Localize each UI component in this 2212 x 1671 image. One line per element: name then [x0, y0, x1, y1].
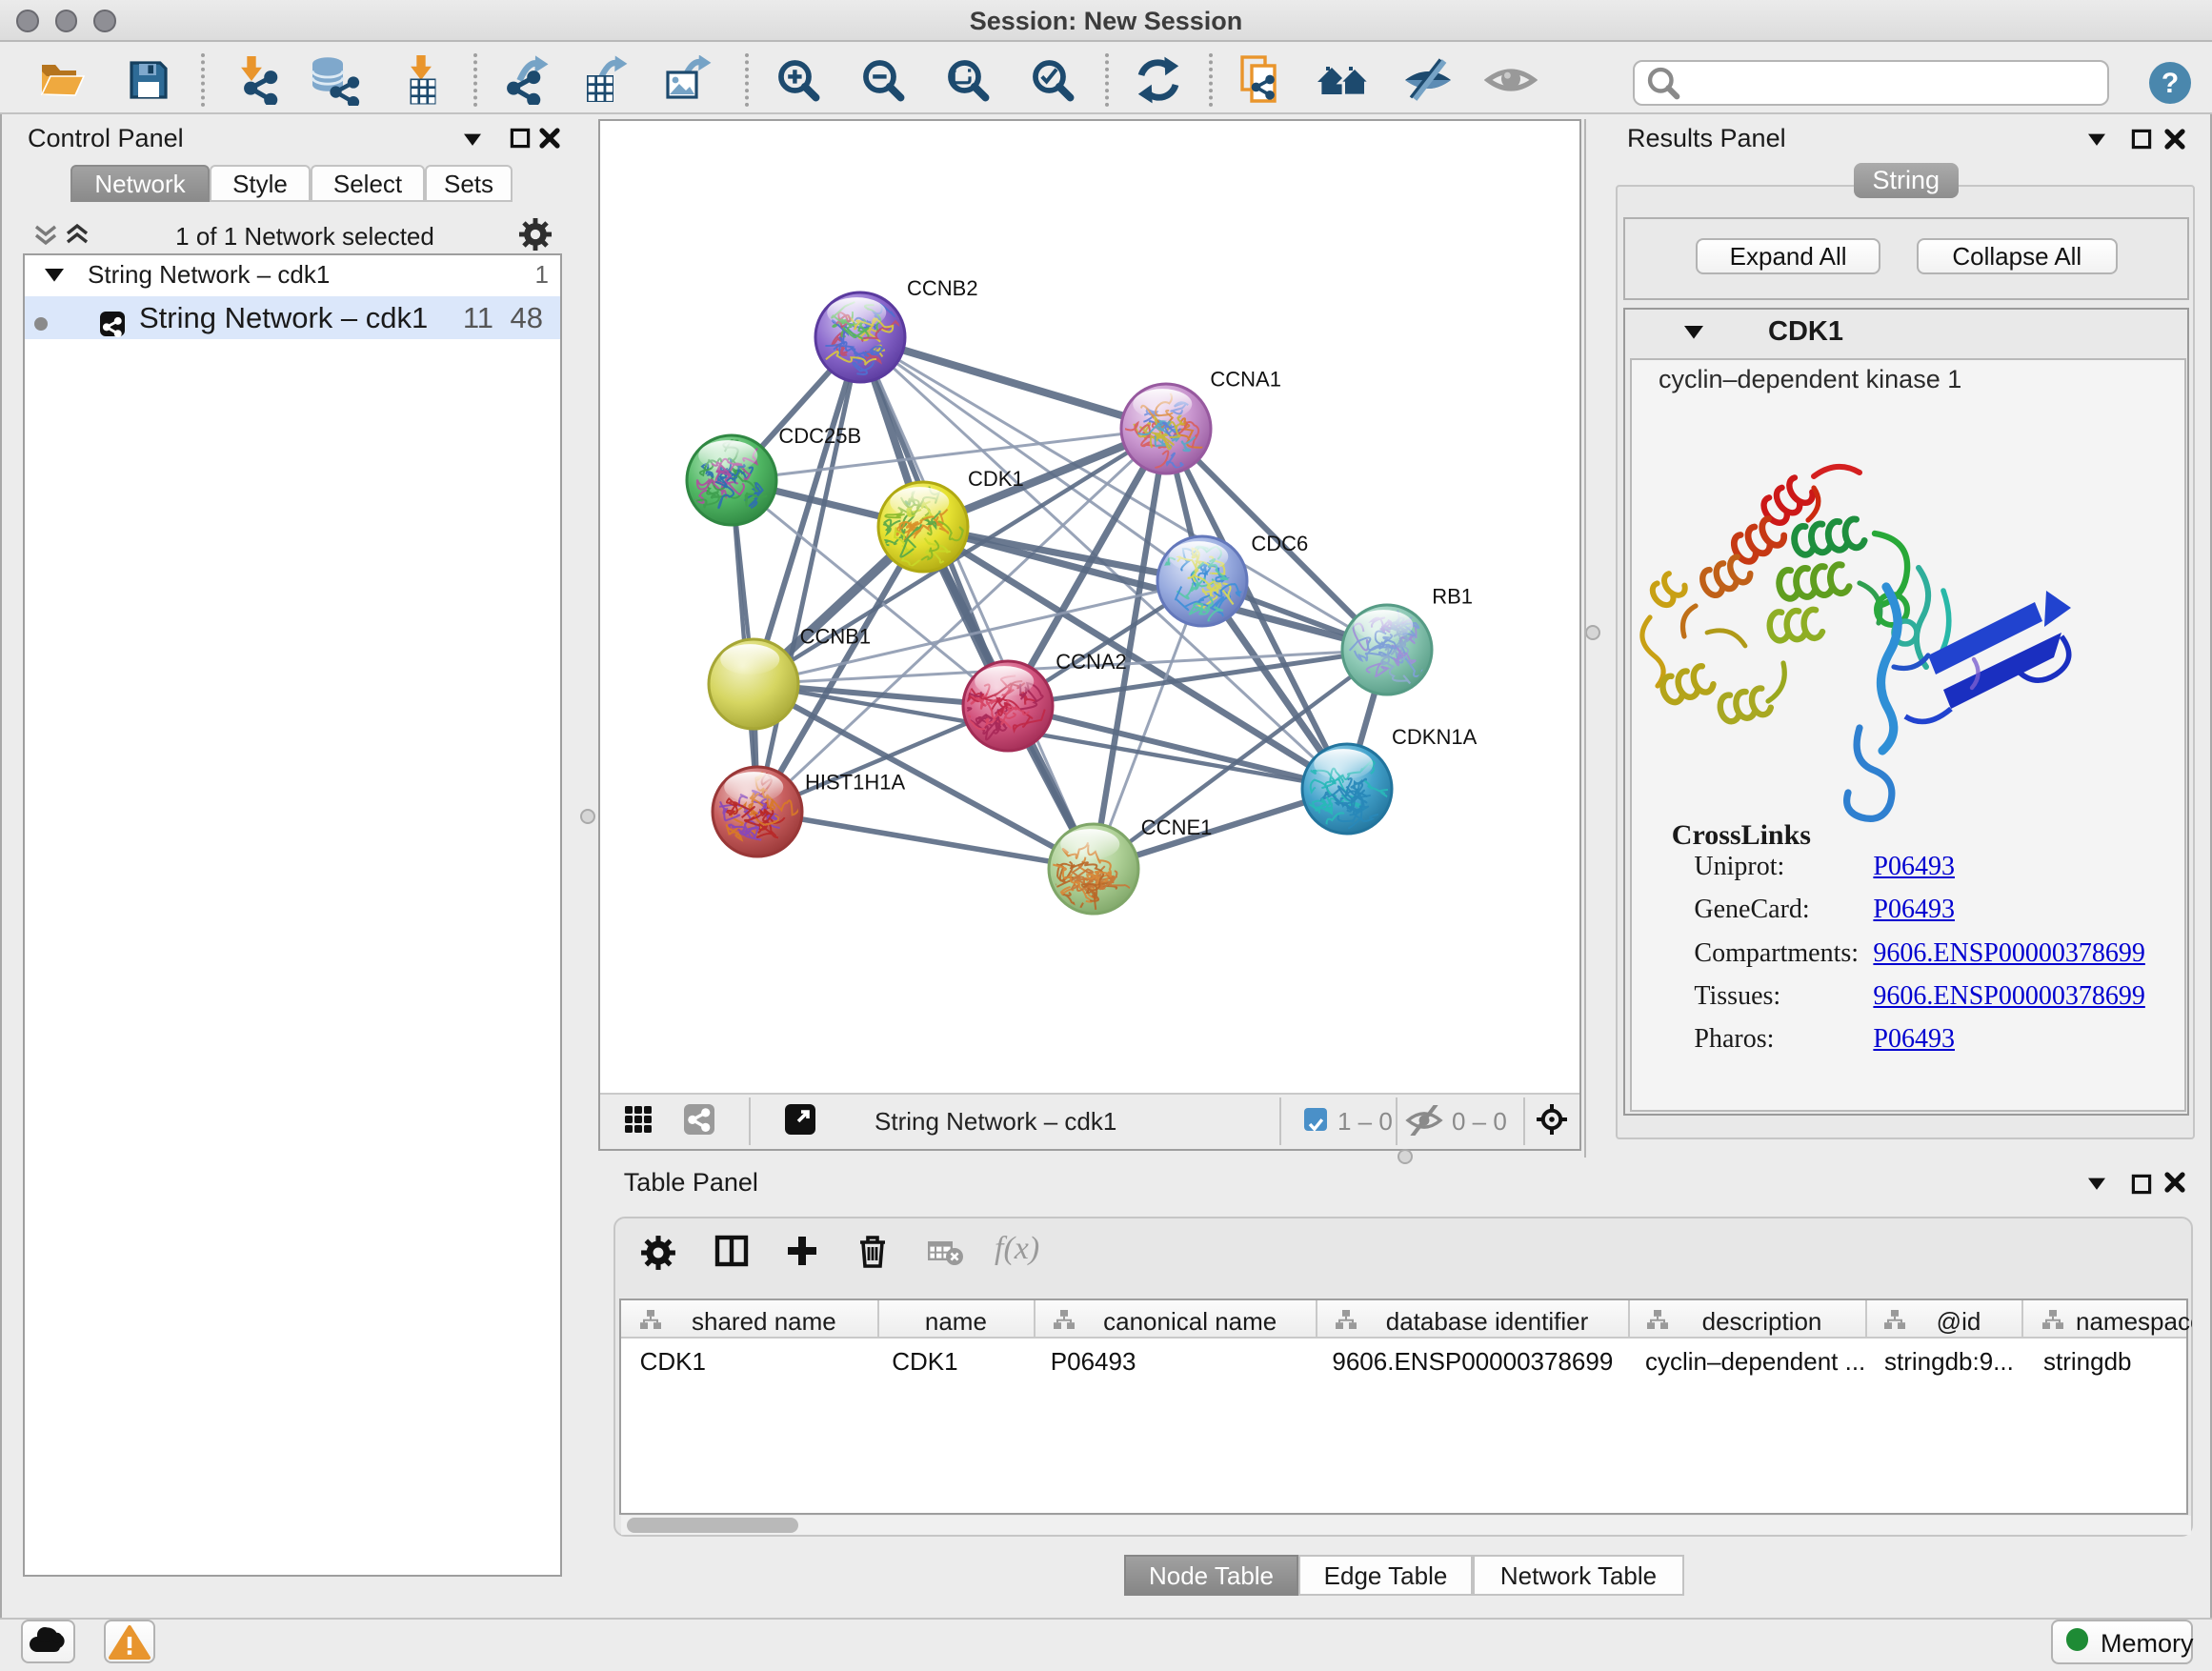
- svg-text:CCNE1: CCNE1: [1141, 815, 1213, 839]
- svg-text:CDC6: CDC6: [1251, 532, 1308, 555]
- svg-text:RB1: RB1: [1432, 584, 1473, 608]
- svg-text:CCNB1: CCNB1: [800, 625, 872, 649]
- svg-text:CDK1: CDK1: [968, 467, 1024, 491]
- svg-text:CDC25B: CDC25B: [778, 424, 861, 448]
- svg-text:CDKN1A: CDKN1A: [1392, 725, 1478, 749]
- svg-text:CCNA2: CCNA2: [1056, 650, 1127, 674]
- svg-text:HIST1H1A: HIST1H1A: [805, 770, 905, 794]
- svg-text:CCNA1: CCNA1: [1210, 367, 1281, 391]
- svg-text:CCNB2: CCNB2: [907, 276, 978, 300]
- svg-text:?: ?: [2162, 68, 2179, 99]
